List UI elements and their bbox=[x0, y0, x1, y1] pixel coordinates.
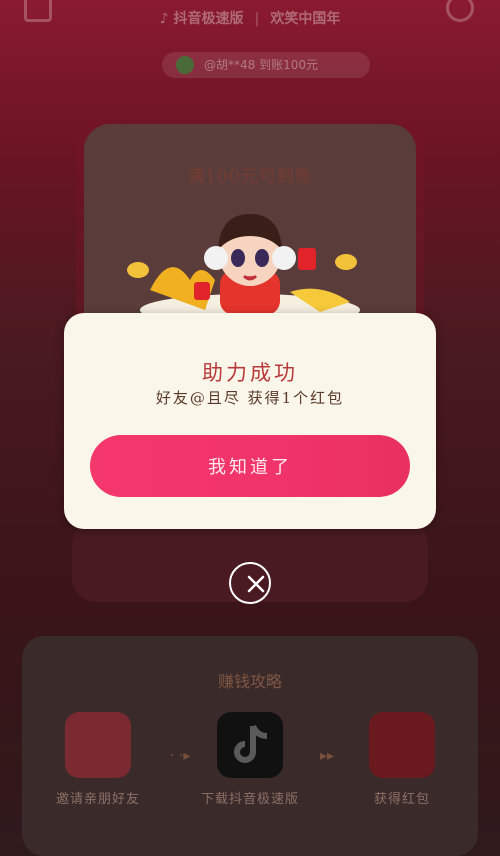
mascot-illustration bbox=[127, 214, 360, 326]
success-dialog: 助力成功 好友@且尽 获得1个红包 我知道了 bbox=[64, 313, 436, 529]
close-button[interactable] bbox=[229, 562, 271, 604]
acknowledge-button[interactable]: 我知道了 bbox=[90, 435, 410, 497]
close-icon bbox=[247, 575, 265, 593]
dialog-message: 好友@且尽 获得1个红包 bbox=[155, 389, 345, 407]
dialog-title: 助力成功 bbox=[202, 361, 298, 385]
